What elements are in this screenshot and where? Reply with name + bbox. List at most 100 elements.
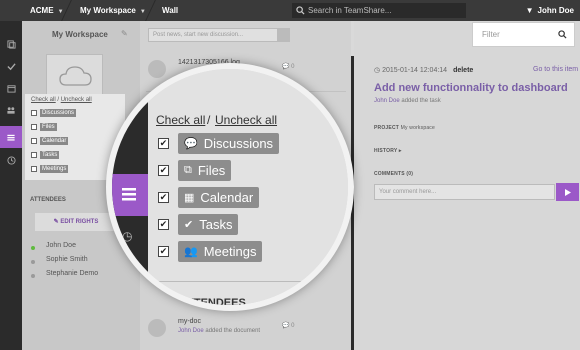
- checkbox-checked[interactable]: ✔: [158, 246, 169, 257]
- workspace-title: My Workspace: [52, 30, 108, 39]
- feed-item-subtitle: John Doe added the document: [178, 328, 260, 334]
- filter-tag: Discussions: [40, 109, 77, 117]
- mini-filter-row[interactable]: Calendar: [31, 137, 69, 145]
- top-navigation-bar: ACME ▼ My Workspace ▼ Wall Search in TeamS…: [0, 0, 580, 21]
- breadcrumb-page[interactable]: Wall: [162, 0, 178, 21]
- calendar-icon: ▦: [184, 192, 195, 204]
- mini-check-links: Check all / Uncheck all: [31, 97, 92, 103]
- post-input[interactable]: Post news, start new discussion...: [148, 28, 278, 42]
- filter-row-files[interactable]: ✔ ⧉ Files: [158, 160, 232, 181]
- check-all-link[interactable]: Check all: [156, 113, 205, 127]
- filter-label: Discussions: [203, 136, 274, 151]
- feed-item-action: added the document: [205, 328, 261, 334]
- filter-tag-meetings[interactable]: 👥 Meetings: [178, 241, 263, 262]
- user-name: John Doe: [537, 6, 574, 15]
- edit-rights-label: EDIT RIGHTS: [60, 219, 99, 225]
- filter-tag-tasks[interactable]: ✔ Tasks: [178, 214, 239, 235]
- workspace-label: My Workspace: [80, 6, 136, 15]
- breadcrumb-workspace[interactable]: My Workspace ▼: [80, 0, 146, 21]
- divider: [148, 281, 348, 282]
- people-icon: [7, 106, 15, 114]
- checkbox[interactable]: [31, 166, 37, 172]
- status-offline-dot: [31, 260, 35, 264]
- goto-item-link[interactable]: Go to this item: [533, 66, 578, 73]
- detail-date: 2015-01-14 12:04:14: [382, 67, 448, 74]
- comment-count: 💬 0: [282, 323, 295, 329]
- filter-tag: Tasks: [40, 151, 60, 159]
- attendee-name[interactable]: Stephanie Demo: [46, 270, 98, 277]
- nav-history[interactable]: [0, 149, 22, 171]
- project-label-text: PROJECT: [374, 125, 400, 131]
- detail-action-text: added the task: [401, 98, 441, 104]
- send-comment-button[interactable]: [556, 183, 579, 201]
- breadcrumb-org[interactable]: ACME ▼: [30, 0, 64, 21]
- chevron-down-icon: ▼: [139, 9, 146, 15]
- filter-tag-calendar[interactable]: ▦ Calendar: [178, 187, 260, 208]
- filter-tag: Meetings: [40, 165, 69, 173]
- project-label: PROJECT My workspace: [374, 125, 435, 131]
- chevron-right-icon: ▸: [398, 148, 402, 154]
- clock-icon: [6, 155, 16, 165]
- pencil-icon[interactable]: ✎: [121, 29, 128, 38]
- avatar: [148, 319, 166, 337]
- play-icon: [564, 188, 571, 196]
- filter-row-meetings[interactable]: ✔ 👥 Meetings: [158, 241, 263, 262]
- nav-wall[interactable]: [0, 126, 22, 148]
- mini-filter-row[interactable]: Tasks: [31, 151, 60, 159]
- checkbox[interactable]: [31, 138, 37, 144]
- feed-item[interactable]: my-doc John Doe added the document 💬 0: [146, 311, 346, 350]
- user-menu[interactable]: ▼ John Doe: [526, 0, 574, 21]
- uncheck-all-link[interactable]: Uncheck all: [215, 113, 277, 127]
- chevron-down-icon: ▼: [525, 6, 534, 15]
- search-placeholder: Search in TeamShare...: [308, 6, 392, 15]
- attendee-name[interactable]: John Doe: [46, 242, 76, 249]
- filter-row-calendar[interactable]: ✔ ▦ Calendar: [158, 187, 260, 208]
- people-icon: 👥: [184, 246, 198, 258]
- checkbox[interactable]: [31, 110, 37, 116]
- feed-item-title[interactable]: my-doc: [178, 318, 201, 325]
- filter-tag: Calendar: [40, 137, 69, 145]
- detail-subtitle: John Doe added the task: [374, 98, 441, 104]
- project-value[interactable]: My workspace: [401, 125, 435, 131]
- link-separator: /: [207, 113, 211, 127]
- filter-row-tasks[interactable]: ✔ ✔ Tasks: [158, 214, 239, 235]
- global-search-input[interactable]: Search in TeamShare...: [292, 3, 466, 18]
- magnifier-zoom: ◷ Check all / Uncheck all ✔ 💬 Discussions…: [106, 63, 354, 311]
- feed-item-user[interactable]: John Doe: [178, 328, 204, 334]
- nav-calendar[interactable]: [0, 77, 22, 99]
- mini-filter-row[interactable]: Discussions: [31, 109, 77, 117]
- filter-label: Meetings: [203, 244, 257, 259]
- mini-filter-row[interactable]: Files: [31, 123, 57, 131]
- detail-user[interactable]: John Doe: [374, 98, 400, 104]
- wall-icon: [122, 188, 136, 201]
- checkbox[interactable]: [31, 152, 37, 158]
- status-online-dot: [31, 246, 35, 250]
- post-submit-button[interactable]: [278, 28, 290, 42]
- nav-files[interactable]: [0, 33, 22, 55]
- app-icon-strip: [0, 21, 22, 350]
- attendee-name[interactable]: Sophie Smith: [46, 256, 88, 263]
- filter-input[interactable]: Filter: [472, 22, 575, 47]
- mini-filter-row[interactable]: Meetings: [31, 165, 69, 173]
- edit-rights-button[interactable]: ✎ EDIT RIGHTS: [35, 213, 117, 231]
- check-all-link[interactable]: Check all: [31, 97, 56, 103]
- chevron-down-icon: ▼: [57, 9, 64, 15]
- nav-tasks[interactable]: [0, 55, 22, 77]
- history-toggle[interactable]: HISTORY ▸: [374, 148, 402, 154]
- filter-tag: Files: [40, 123, 57, 131]
- checkbox[interactable]: [31, 124, 37, 130]
- filter-row-discussions[interactable]: ✔ 💬 Discussions: [158, 133, 280, 154]
- checkbox-checked[interactable]: ✔: [158, 192, 169, 203]
- filter-tag-discussions[interactable]: 💬 Discussions: [178, 133, 280, 154]
- comments-label: COMMENTS (0): [374, 171, 414, 177]
- uncheck-all-link[interactable]: Uncheck all: [61, 97, 92, 103]
- workspace-logo: [46, 54, 103, 97]
- nav-meetings[interactable]: [0, 99, 22, 121]
- org-label: ACME: [30, 6, 54, 15]
- checkbox-checked[interactable]: ✔: [158, 165, 169, 176]
- comment-input[interactable]: Your comment here...: [374, 184, 555, 200]
- filter-tag-files[interactable]: ⧉ Files: [178, 160, 232, 181]
- checkbox-checked[interactable]: ✔: [158, 219, 169, 230]
- breadcrumb-separator: [61, 0, 81, 21]
- checkbox-checked[interactable]: ✔: [158, 138, 169, 149]
